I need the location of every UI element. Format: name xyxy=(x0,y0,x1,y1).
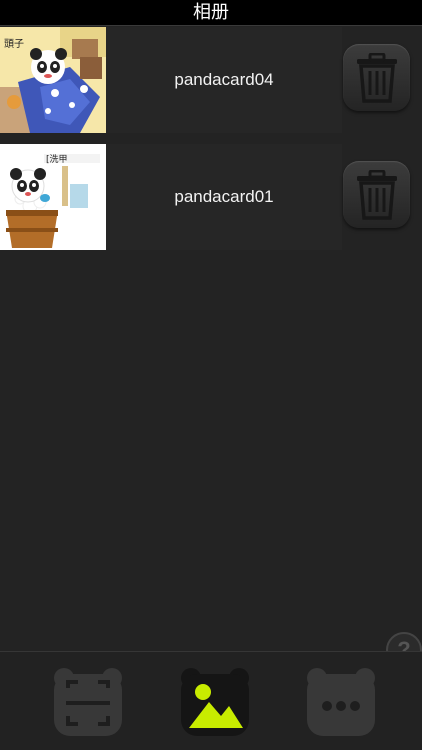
svg-text:頭子: 頭子 xyxy=(4,38,24,50)
title-divider xyxy=(0,25,422,26)
list-item-label: pandacard01 xyxy=(174,187,274,206)
panda-card-thumbnail-icon[interactable]: 頭子 xyxy=(0,27,106,133)
list-item[interactable]: [洗甲 pandacard01 xyxy=(0,144,422,250)
scan-icon xyxy=(54,668,122,736)
list-item[interactable]: 頭子 pandacard04 xyxy=(0,27,422,133)
page-title: 相册 xyxy=(193,2,229,23)
album-screen: 相册 頭子 pandacard04 [洗甲 pandacard01 ? xyxy=(0,0,422,750)
trash-icon xyxy=(356,169,397,220)
delete-button[interactable] xyxy=(343,161,410,228)
more-icon xyxy=(307,668,375,736)
list-item-label: pandacard04 xyxy=(174,70,274,89)
tab-scan[interactable] xyxy=(52,666,124,738)
delete-button[interactable] xyxy=(343,44,410,111)
tab-album[interactable] xyxy=(179,666,251,738)
photo-album-icon xyxy=(181,668,249,736)
svg-text:[洗甲: [洗甲 xyxy=(46,153,68,165)
list-item-body[interactable]: pandacard04 xyxy=(106,27,342,133)
tab-more[interactable] xyxy=(305,666,377,738)
list-item-body[interactable]: pandacard01 xyxy=(106,144,342,250)
title-bar: 相册 xyxy=(0,0,422,26)
panda-card-thumbnail-icon[interactable]: [洗甲 xyxy=(0,144,106,250)
trash-icon xyxy=(356,52,397,103)
tab-bar xyxy=(0,651,422,750)
